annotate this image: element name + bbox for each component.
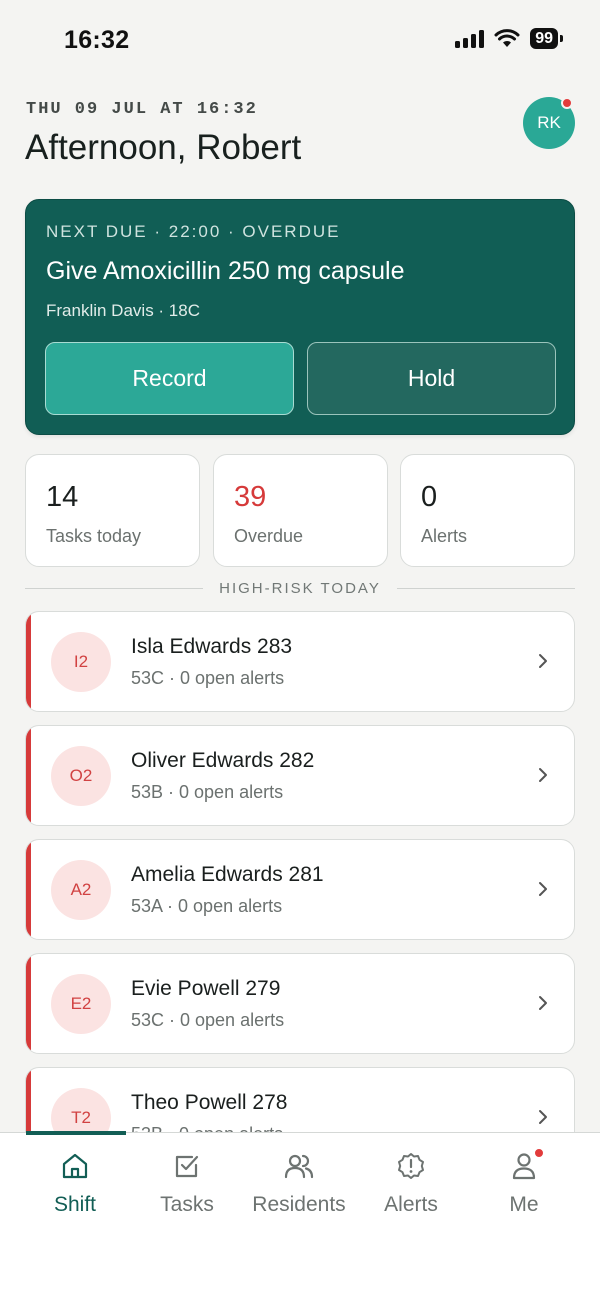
status-bar: 16:32 99 bbox=[0, 0, 600, 80]
home-icon bbox=[62, 1153, 88, 1179]
chevron-right-icon bbox=[539, 654, 547, 668]
chevron-right-icon bbox=[539, 882, 547, 896]
notification-dot bbox=[533, 1147, 545, 1159]
checkbox-icon bbox=[175, 1155, 199, 1178]
next-due-resident: Franklin Davis · 18C bbox=[46, 301, 200, 320]
notification-dot bbox=[561, 97, 573, 109]
stat-value: 0 bbox=[421, 481, 438, 513]
alert-badge-icon bbox=[398, 1153, 424, 1179]
hold-button[interactable]: Hold bbox=[307, 342, 556, 415]
bottom-tab-bar: Shift Tasks Residents Alerts Me bbox=[0, 1131, 600, 1298]
risk-bar bbox=[26, 612, 31, 711]
tab-residents[interactable]: Residents bbox=[244, 1151, 354, 1217]
stat-label: Alerts bbox=[421, 526, 468, 546]
next-due-card: NEXT DUE · 22:00 · OVERDUE Give Amoxicil… bbox=[25, 199, 575, 435]
section-divider: HIGH-RISK TODAY bbox=[25, 577, 575, 601]
risk-bar bbox=[26, 840, 31, 939]
tab-tasks[interactable]: Tasks bbox=[132, 1151, 242, 1217]
stat-label: Tasks today bbox=[46, 526, 142, 546]
tab-label: Tasks bbox=[160, 1193, 214, 1216]
cellular-signal-icon bbox=[455, 29, 485, 48]
stat-alerts[interactable]: 0 Alerts bbox=[400, 454, 575, 567]
active-tab-indicator bbox=[26, 1131, 126, 1135]
resident-card[interactable]: A2 Amelia Edwards 281 53A · 0 open alert… bbox=[25, 839, 575, 940]
tab-label: Residents bbox=[252, 1193, 346, 1216]
tab-label: Alerts bbox=[384, 1193, 438, 1216]
stat-tasks-today[interactable]: 14 Tasks today bbox=[25, 454, 200, 567]
status-time: 16:32 bbox=[64, 26, 130, 54]
resident-avatar: E2 bbox=[51, 974, 111, 1034]
tab-label: Me bbox=[509, 1193, 539, 1216]
resident-card[interactable]: I2 Isla Edwards 283 53C · 0 open alerts bbox=[25, 611, 575, 712]
resident-name: Theo Powell 278 bbox=[131, 1091, 288, 1114]
divider-line bbox=[397, 588, 575, 589]
stat-value: 14 bbox=[46, 481, 79, 513]
stat-value: 39 bbox=[234, 481, 267, 513]
tab-shift[interactable]: Shift bbox=[20, 1151, 130, 1217]
resident-name: Evie Powell 279 bbox=[131, 977, 281, 1000]
resident-avatar: O2 bbox=[51, 746, 111, 806]
resident-name: Oliver Edwards 282 bbox=[131, 749, 315, 772]
greeting-title: Afternoon, Robert bbox=[25, 128, 302, 167]
people-icon bbox=[284, 1154, 314, 1179]
resident-card[interactable]: E2 Evie Powell 279 53C · 0 open alerts bbox=[25, 953, 575, 1054]
avatar-initials: RK bbox=[537, 113, 561, 132]
resident-name: Isla Edwards 283 bbox=[131, 635, 293, 658]
chevron-right-icon bbox=[539, 996, 547, 1010]
battery-icon: 99 bbox=[530, 28, 563, 49]
profile-avatar[interactable]: RK bbox=[523, 97, 575, 149]
tab-label: Shift bbox=[53, 1193, 97, 1216]
record-button[interactable]: Record bbox=[45, 342, 294, 415]
risk-bar bbox=[26, 954, 31, 1053]
resident-name: Amelia Edwards 281 bbox=[131, 863, 324, 886]
risk-bar bbox=[26, 726, 31, 825]
next-due-title: Give Amoxicillin 250 mg capsule bbox=[46, 257, 405, 285]
resident-detail: 53A · 0 open alerts bbox=[131, 896, 283, 916]
resident-card[interactable]: O2 Oliver Edwards 282 53B · 0 open alert… bbox=[25, 725, 575, 826]
tab-alerts[interactable]: Alerts bbox=[356, 1151, 466, 1217]
resident-avatar: A2 bbox=[51, 860, 111, 920]
stat-overdue[interactable]: 39 Overdue bbox=[213, 454, 388, 567]
wifi-icon bbox=[494, 29, 520, 47]
resident-detail: 53C · 0 open alerts bbox=[131, 668, 285, 688]
tab-me[interactable]: Me bbox=[469, 1147, 579, 1217]
date-line: THU 09 JUL AT 16:32 bbox=[26, 100, 258, 119]
resident-detail: 53C · 0 open alerts bbox=[131, 1010, 285, 1030]
resident-detail: 53B · 0 open alerts bbox=[131, 782, 284, 802]
resident-avatar: I2 bbox=[51, 632, 111, 692]
chevron-right-icon bbox=[539, 768, 547, 782]
status-indicators: 99 bbox=[455, 28, 563, 49]
stat-label: Overdue bbox=[234, 526, 304, 546]
next-due-eyebrow: NEXT DUE · 22:00 · OVERDUE bbox=[46, 222, 341, 241]
chevron-right-icon bbox=[539, 1110, 547, 1124]
